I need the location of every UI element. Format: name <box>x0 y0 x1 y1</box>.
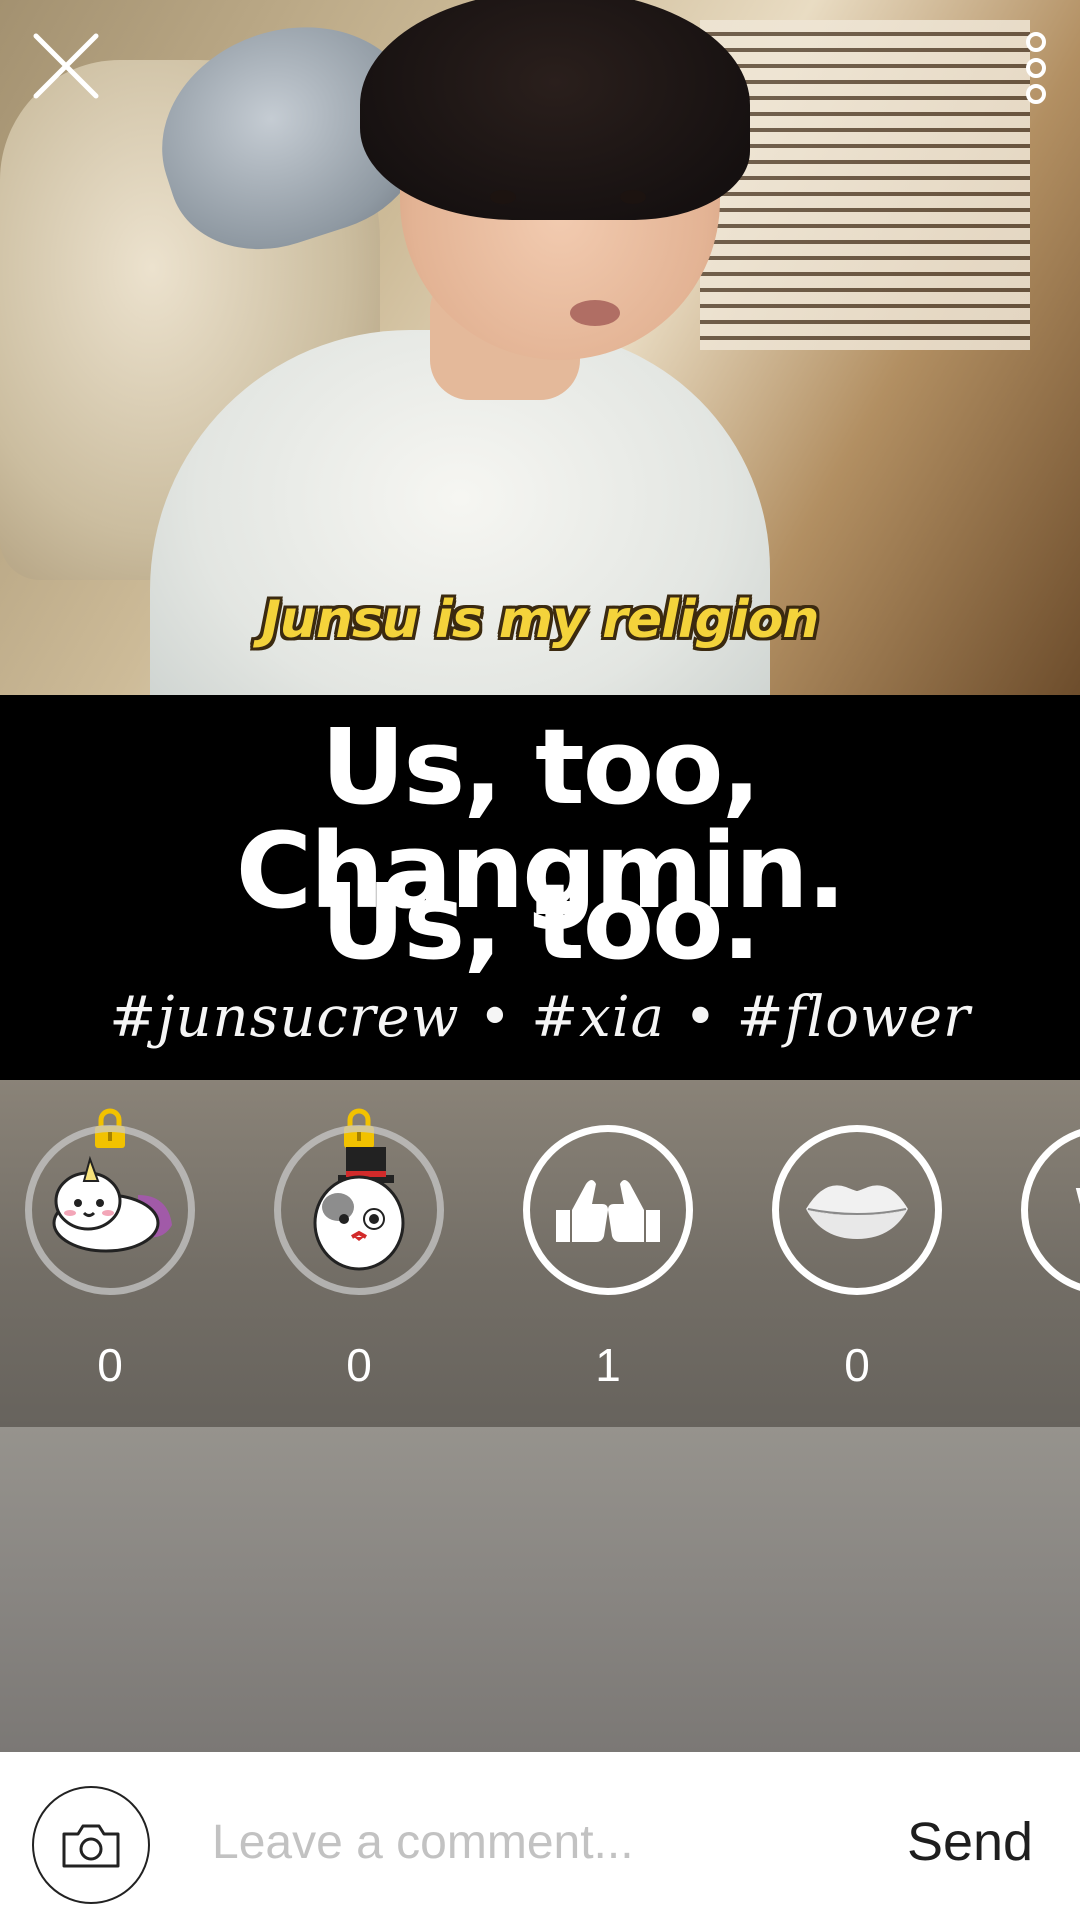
person-eye-left <box>490 190 516 204</box>
reaction-lips[interactable]: 0 <box>757 1080 957 1427</box>
text-banner: Us, too, Changmin. Us, too. #junsucrew •… <box>0 695 1080 1080</box>
top-hat-cat-sticker-icon <box>313 1147 405 1271</box>
reaction-count: 0 <box>844 1339 870 1391</box>
reaction-thumbs-up[interactable]: 1 <box>508 1080 708 1427</box>
reaction-count: 1 <box>595 1339 621 1391</box>
comment-input[interactable] <box>212 1792 832 1892</box>
reaction-top-hat-cat[interactable]: 0 <box>259 1080 459 1427</box>
camera-button[interactable] <box>32 1786 150 1904</box>
comments-area <box>0 1427 1080 1752</box>
lips-icon <box>806 1185 908 1239</box>
close-icon <box>33 33 99 99</box>
reaction-partial-glyph: W <box>1028 1132 1080 1288</box>
more-options-button[interactable] <box>1010 28 1062 108</box>
reaction-count: 0 <box>97 1339 123 1391</box>
camera-icon <box>62 1824 120 1868</box>
comment-bar: Send <box>0 1752 1080 1920</box>
post-media[interactable]: Junsu is my religion <box>0 0 1080 695</box>
person-mouth <box>570 300 620 326</box>
reaction-partial[interactable]: W <box>1006 1080 1080 1427</box>
person-eye-right <box>620 190 646 204</box>
reaction-unicorn-dog[interactable]: 0 <box>10 1080 210 1427</box>
banner-hashtags: #junsucrew • #xia • #flower <box>109 985 971 1050</box>
thumbs-up-icon <box>556 1180 660 1242</box>
window-blinds <box>700 20 1030 350</box>
media-caption: Junsu is my religion <box>261 590 820 650</box>
reaction-count: 0 <box>346 1339 372 1391</box>
send-button[interactable]: Send <box>880 1792 1060 1892</box>
unicorn-dog-sticker-icon <box>52 1155 172 1253</box>
reactions-bar[interactable]: 0 0 1 0 <box>0 1080 1080 1427</box>
more-vertical-icon <box>1026 32 1046 104</box>
person-hair <box>360 0 750 220</box>
banner-line-2: Us, too. <box>320 861 761 983</box>
close-button[interactable] <box>30 30 102 102</box>
